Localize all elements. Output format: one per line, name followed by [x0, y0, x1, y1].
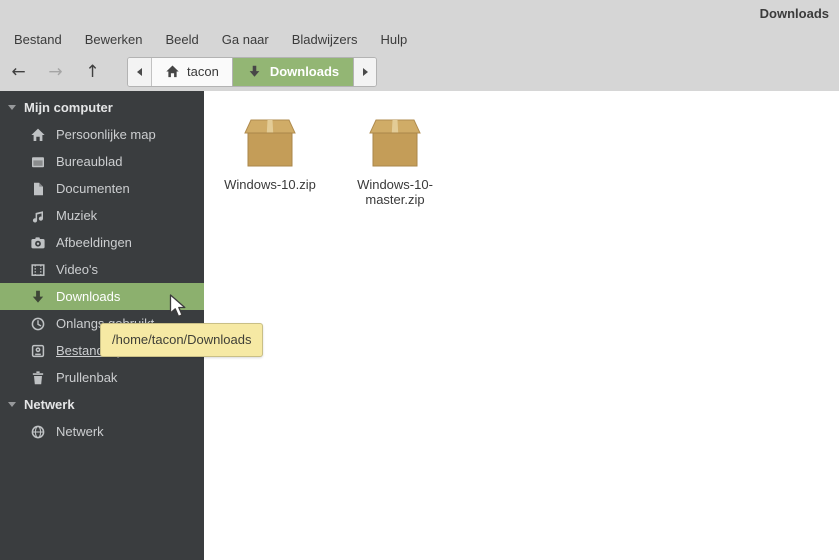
forward-icon: → [48, 62, 62, 82]
breadcrumb-downloads-label: Downloads [270, 64, 339, 79]
sidebar-item-label: Downloads [56, 289, 120, 304]
document-icon [30, 181, 46, 197]
menubar: Bestand Bewerken Beeld Ga naar Bladwijze… [0, 26, 839, 52]
menu-bladwijzers[interactable]: Bladwijzers [288, 30, 362, 49]
expander-down-icon[interactable] [8, 105, 16, 110]
breadcrumb: tacon Downloads [127, 57, 377, 87]
sidebar-item-label: Video's [56, 262, 98, 277]
sidebar-item-bureaublad[interactable]: Bureaublad [0, 148, 204, 175]
home-icon [165, 64, 180, 79]
expander-down-icon[interactable] [8, 402, 16, 407]
back-icon: ← [11, 62, 25, 82]
sidebar-section-mijn-computer[interactable]: Mijn computer [0, 94, 204, 121]
sidebar-item-label: Documenten [56, 181, 130, 196]
menu-bestand[interactable]: Bestand [10, 30, 66, 49]
download-icon [30, 289, 46, 305]
breadcrumb-scroll-right-button[interactable] [353, 58, 376, 86]
breadcrumb-scroll-left-button[interactable] [128, 58, 151, 86]
globe-icon [30, 424, 46, 440]
download-icon [247, 64, 262, 79]
sidebar-item-label: Netwerk [56, 424, 104, 439]
sidebar-item-netwerk[interactable]: Netwerk [0, 418, 204, 445]
menu-bewerken[interactable]: Bewerken [81, 30, 147, 49]
trash-icon [30, 370, 46, 386]
desktop-icon [30, 154, 46, 170]
sidebar-item-videos[interactable]: Video's [0, 256, 204, 283]
sidebar-item-documenten[interactable]: Documenten [0, 175, 204, 202]
archive-icon [367, 117, 423, 169]
clock-icon [30, 316, 46, 332]
window-title: Downloads [760, 6, 829, 21]
file-windows-10-master-zip[interactable]: Windows-10-master.zip [333, 117, 457, 207]
file-list-area[interactable]: Windows-10.zip Windows-10-master.zip [204, 91, 839, 560]
breadcrumb-segment-downloads[interactable]: Downloads [232, 58, 353, 86]
sidebar-item-muziek[interactable]: Muziek [0, 202, 204, 229]
sidebar-item-label: Prullenbak [56, 370, 117, 385]
menu-beeld[interactable]: Beeld [162, 30, 203, 49]
sidebar-item-persoonlijke-map[interactable]: Persoonlijke map [0, 121, 204, 148]
up-button[interactable]: ↑ [74, 57, 111, 87]
back-button[interactable]: ← [0, 57, 37, 87]
film-icon [30, 262, 46, 278]
chevron-right-icon [363, 68, 368, 76]
section-header-label: Mijn computer [24, 100, 113, 115]
chevron-left-icon [137, 68, 142, 76]
path-tooltip: /home/tacon/Downloads [100, 323, 263, 357]
sidebar-section-netwerk[interactable]: Netwerk [0, 391, 204, 418]
camera-icon [30, 235, 46, 251]
toolbar: ← → ↑ tacon Downloads [0, 52, 839, 91]
archive-icon [242, 117, 298, 169]
forward-button[interactable]: → [37, 57, 74, 87]
breadcrumb-home-label: tacon [187, 64, 219, 79]
file-manager-window: Downloads Bestand Bewerken Beeld Ga naar… [0, 0, 839, 560]
sidebar-item-label: Bureaublad [56, 154, 123, 169]
file-name-label: Windows-10.zip [224, 178, 316, 193]
titlebar[interactable]: Downloads [0, 0, 839, 26]
file-name-label: Windows-10-master.zip [333, 178, 457, 207]
sidebar-item-prullenbak[interactable]: Prullenbak [0, 364, 204, 391]
file-windows-10-zip[interactable]: Windows-10.zip [208, 117, 332, 193]
harddisk-icon [30, 343, 46, 359]
breadcrumb-segment-home[interactable]: tacon [151, 58, 232, 86]
sidebar-item-label: Persoonlijke map [56, 127, 156, 142]
sidebar-item-label: Muziek [56, 208, 97, 223]
menu-hulp[interactable]: Hulp [377, 30, 412, 49]
section-header-label: Netwerk [24, 397, 75, 412]
up-icon: ↑ [85, 62, 99, 82]
home-icon [30, 127, 46, 143]
sidebar-item-label: Afbeeldingen [56, 235, 132, 250]
sidebar-item-afbeeldingen[interactable]: Afbeeldingen [0, 229, 204, 256]
mouse-cursor [169, 294, 191, 320]
music-note-icon [30, 208, 46, 224]
menu-ga-naar[interactable]: Ga naar [218, 30, 273, 49]
